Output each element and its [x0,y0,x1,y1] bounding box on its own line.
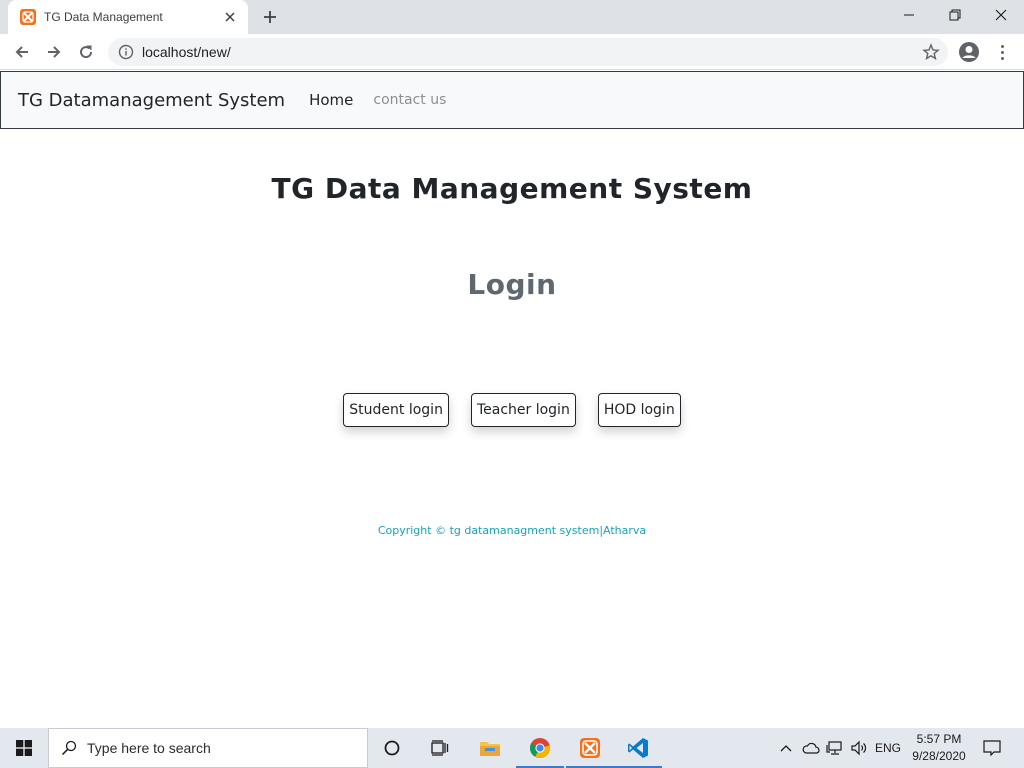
language-label: ENG [874,741,901,755]
page-title: TG Data Management System [271,172,753,205]
address-bar[interactable]: localhost/new/ [108,38,948,66]
windows-logo-icon [16,740,32,756]
forward-arrow-icon [48,46,61,58]
file-explorer-icon[interactable] [466,728,514,768]
minimize-button[interactable] [886,0,932,30]
reload-button[interactable] [72,38,100,66]
nav-link-home[interactable]: Home [309,91,353,109]
browser-tab-strip: TG Data Management [0,0,1024,34]
page-viewport: TG Datamanagement System Home contact us… [0,70,1024,728]
task-view-icon[interactable] [416,728,464,768]
xampp-favicon-icon [20,9,36,25]
search-icon [61,740,77,756]
login-heading: Login [467,268,557,301]
navbar-brand[interactable]: TG Datamanagement System [18,90,285,111]
start-button[interactable] [0,728,48,768]
chrome-icon[interactable] [516,728,564,768]
windows-taskbar: Type here to search ENG 5:57 PM 9/28/202… [0,728,1024,768]
xampp-icon[interactable] [566,728,614,768]
back-button[interactable] [8,38,36,66]
teacher-login-button[interactable]: Teacher login [470,393,576,427]
profile-avatar-icon[interactable] [958,41,980,63]
taskbar-clock[interactable]: 5:57 PM 9/28/2020 [906,731,972,765]
student-login-button[interactable]: Student login [343,393,449,427]
vscode-icon[interactable] [614,728,662,768]
restore-button[interactable] [932,0,978,30]
nav-link-contact[interactable]: contact us [373,92,446,108]
onedrive-icon[interactable] [800,728,822,768]
close-window-button[interactable] [978,0,1024,30]
action-center-icon[interactable] [978,728,1006,768]
browser-tab[interactable]: TG Data Management [8,0,248,34]
browser-menu-icon[interactable] [994,41,1010,63]
language-indicator[interactable]: ENG [872,728,904,768]
site-navbar: TG Datamanagement System Home contact us [0,71,1024,129]
tab-title: TG Data Management [44,10,163,24]
hod-login-button[interactable]: HOD login [597,393,681,427]
clock-date: 9/28/2020 [912,749,966,763]
reload-icon [80,45,93,59]
back-arrow-icon [15,46,28,58]
volume-icon[interactable] [848,728,870,768]
taskbar-search[interactable]: Type here to search [48,728,368,768]
new-tab-button[interactable] [258,6,282,28]
url-text[interactable]: localhost/new/ [142,44,231,60]
bookmark-star-icon[interactable] [922,43,940,61]
show-hidden-icons-chevron-icon[interactable] [776,728,796,768]
cortana-icon[interactable] [368,728,416,768]
copyright-footer: Copyright © tg datamanagment system|Atha… [377,524,647,537]
clock-time: 5:57 PM [916,732,962,746]
network-icon[interactable] [824,728,846,768]
forward-button[interactable] [40,38,68,66]
search-placeholder: Type here to search [87,740,211,756]
tab-close-icon[interactable] [222,9,238,25]
browser-toolbar: localhost/new/ [0,34,1024,70]
info-icon[interactable] [118,44,134,60]
login-button-group: Student login Teacher login HOD login [0,393,1024,427]
